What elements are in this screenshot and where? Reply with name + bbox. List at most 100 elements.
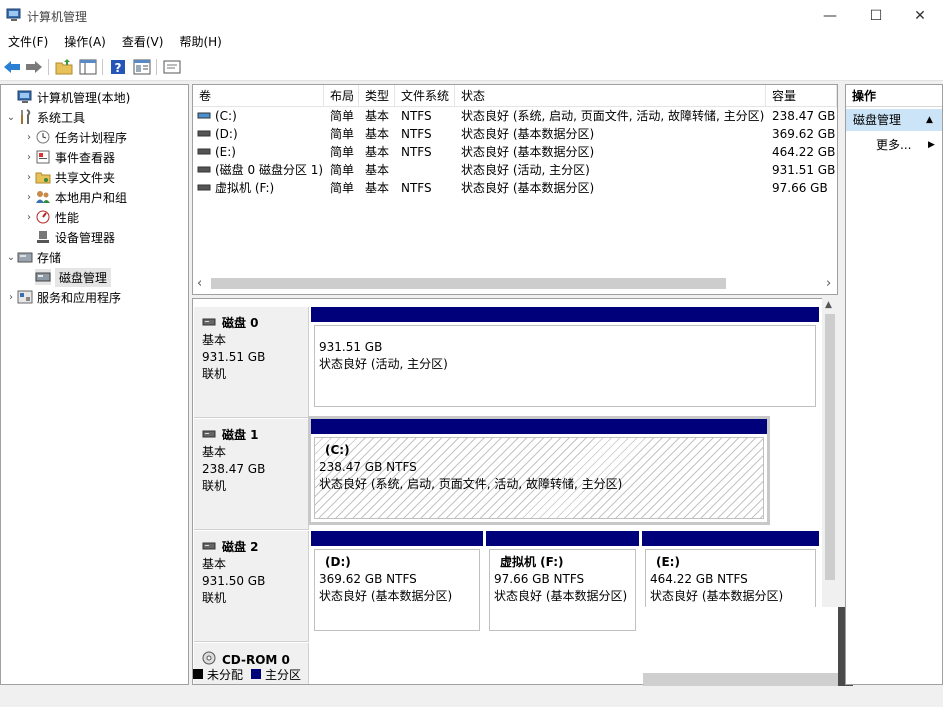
table-cell: 基本 — [365, 163, 390, 177]
partition-status: 状态良好 (基本数据分区) — [319, 589, 453, 603]
maximize-button[interactable]: ☐ — [853, 0, 899, 31]
scroll-left-icon[interactable]: ‹ — [197, 275, 202, 292]
table-row[interactable]: 虚拟机 (F:) 简单 基本 NTFS 状态良好 (基本数据分区) 97.66 GB — [193, 179, 837, 197]
chevron-right-icon[interactable]: › — [23, 212, 35, 223]
disk-label[interactable]: 磁盘 2 基本 931.50 GB 联机 — [194, 531, 309, 642]
expand-down-icon[interactable]: ⌄ — [5, 252, 17, 263]
column-header[interactable]: 文件系统 — [395, 85, 455, 107]
column-header[interactable]: 布局 — [324, 85, 359, 107]
tree-item[interactable]: › 本地用户和组 — [1, 187, 188, 207]
menu-help[interactable]: 帮助(H) — [171, 31, 229, 53]
device-manager-icon — [35, 229, 51, 245]
table-cell: 虚拟机 (F:) — [215, 181, 275, 195]
actions-pane: 操作 磁盘管理 ▲ 更多... ▶ — [845, 84, 943, 685]
toolbar-separator — [156, 59, 157, 75]
tree-item-label: 设备管理器 — [55, 230, 116, 245]
chevron-right-icon[interactable]: › — [5, 292, 17, 303]
table-cell: 简单 — [330, 181, 355, 195]
disk-label[interactable]: 磁盘 0 基本 931.51 GB 联机 — [194, 307, 309, 418]
horizontal-scroll-thumb[interactable] — [211, 278, 726, 289]
tree-item-label: 性能 — [55, 210, 80, 225]
legend: 未分配 主分区 — [193, 664, 301, 684]
partition-body: (C:) 238.47 GB NTFS 状态良好 (系统, 启动, 页面文件, 活动… — [314, 437, 764, 519]
tree-item[interactable]: › 任务计划程序 — [1, 127, 188, 147]
tree-item[interactable]: 磁盘管理 — [1, 267, 188, 287]
table-cell: (E:) — [215, 145, 236, 159]
partition-body: 虚拟机 (F:) 97.66 GB NTFS 状态良好 (基本数据分区) — [489, 549, 636, 631]
disk-icon — [202, 539, 216, 556]
collapse-icon[interactable]: ▲ — [926, 109, 933, 131]
chevron-right-icon[interactable]: › — [23, 132, 35, 143]
partition-size: 369.62 GB NTFS — [319, 572, 417, 586]
chevron-right-icon[interactable]: › — [23, 152, 35, 163]
event-viewer-icon — [35, 149, 51, 165]
forward-arrow-icon[interactable] — [24, 57, 44, 77]
table-row[interactable]: (磁盘 0 磁盘分区 1) 简单 基本 状态良好 (活动, 主分区) 931.51 GB — [193, 161, 837, 179]
partition-bar — [486, 531, 639, 546]
horizontal-scrollbar[interactable]: ‹ › — [193, 275, 837, 292]
partition[interactable]: 虚拟机 (F:) 97.66 GB NTFS 状态良好 (基本数据分区) — [486, 531, 639, 634]
partition-body: 931.51 GB 状态良好 (活动, 主分区) — [314, 325, 816, 407]
column-header[interactable]: 类型 — [359, 85, 395, 107]
table-row[interactable]: (C:) 简单 基本 NTFS 状态良好 (系统, 启动, 页面文件, 活动, 故障转储… — [193, 107, 837, 125]
minimize-button[interactable]: — — [807, 0, 853, 31]
legend-label-primary: 主分区 — [265, 667, 302, 682]
up-folder-icon[interactable] — [54, 57, 74, 77]
tree-item[interactable]: ⌄ 系统工具 — [1, 107, 188, 127]
disk-label[interactable]: 磁盘 1 基本 238.47 GB 联机 — [194, 419, 309, 530]
status-bar — [0, 686, 943, 707]
disk-status: 联机 — [202, 591, 227, 605]
partition-size: 238.47 GB NTFS — [319, 460, 417, 474]
show-hide-tree-icon[interactable] — [78, 57, 98, 77]
disk-type: 基本 — [202, 557, 227, 571]
computer-management-icon — [6, 8, 22, 22]
menu-action[interactable]: 操作(A) — [56, 31, 114, 53]
vertical-scrollbar[interactable]: ▲ — [822, 298, 838, 638]
table-cell: (C:) — [215, 109, 237, 123]
partition[interactable]: (D:) 369.62 GB NTFS 状态良好 (基本数据分区) — [311, 531, 483, 634]
expand-down-icon[interactable]: ⌄ — [5, 112, 17, 123]
tree-item[interactable]: › 性能 — [1, 207, 188, 227]
window-title: 计算机管理 — [27, 10, 88, 24]
chevron-right-icon[interactable]: › — [23, 172, 35, 183]
tree-item-label: 磁盘管理 — [55, 267, 112, 287]
actions-header: 操作 — [846, 85, 942, 107]
navigation-tree: 计算机管理(本地) ⌄ 系统工具 › 任务计划程序 › 事件查看器 › 共享文件夹 › 本地用户和组… — [0, 84, 189, 685]
column-header[interactable]: 状态 — [455, 85, 766, 107]
help-icon[interactable]: ? — [108, 57, 128, 77]
volume-list: 卷布局 类型 文件系统 状态 容量 (C:) 简单 基本 NTFS 状态良好 (系统, 启动, … — [192, 84, 838, 295]
legend-swatch-unallocated — [193, 669, 203, 679]
more-actions-link[interactable]: 更多... — [876, 135, 911, 155]
more-actions-label: 更多... — [876, 138, 912, 152]
tree-item[interactable]: › 服务和应用程序 — [1, 287, 188, 307]
tree-item[interactable]: › 事件查看器 — [1, 147, 188, 167]
partition-name: 虚拟机 (F:) — [500, 555, 564, 569]
table-cell: 状态良好 (基本数据分区) — [461, 145, 595, 159]
scroll-up-icon[interactable]: ▲ — [825, 300, 832, 310]
tree-item[interactable]: › 共享文件夹 — [1, 167, 188, 187]
chevron-right-icon[interactable]: › — [23, 192, 35, 203]
scroll-right-icon[interactable]: › — [826, 275, 831, 292]
actions-group-disk-management[interactable]: 磁盘管理 ▲ — [846, 109, 942, 131]
vertical-scroll-thumb[interactable] — [825, 314, 835, 580]
table-cell: 简单 — [330, 109, 355, 123]
column-header[interactable]: 容量 — [766, 85, 837, 107]
menu-file[interactable]: 文件(F) — [0, 31, 56, 53]
back-arrow-icon[interactable] — [2, 57, 22, 77]
legend-label-unallocated: 未分配 — [207, 667, 244, 682]
table-row[interactable]: (D:) 简单 基本 NTFS 状态良好 (基本数据分区) 369.62 GB — [193, 125, 837, 143]
partition[interactable]: 931.51 GB 状态良好 (活动, 主分区) — [311, 307, 819, 410]
partition[interactable]: (C:) 238.47 GB NTFS 状态良好 (系统, 启动, 页面文件, 活动… — [308, 416, 770, 525]
table-row[interactable]: (E:) 简单 基本 NTFS 状态良好 (基本数据分区) 464.22 GB — [193, 143, 837, 161]
column-header[interactable]: 卷 — [193, 85, 324, 107]
close-button[interactable]: ✕ — [897, 0, 943, 31]
table-cell: NTFS — [401, 109, 432, 123]
tree-item[interactable]: 设备管理器 — [1, 227, 188, 247]
disk-name-text: 磁盘 1 — [222, 428, 259, 442]
tree-item[interactable]: ⌄ 存储 — [1, 247, 188, 267]
table-cell: 基本 — [365, 181, 390, 195]
console-icon[interactable] — [162, 57, 182, 77]
properties-icon[interactable] — [132, 57, 152, 77]
menu-view[interactable]: 查看(V) — [114, 31, 172, 53]
tree-item[interactable]: 计算机管理(本地) — [1, 87, 188, 107]
